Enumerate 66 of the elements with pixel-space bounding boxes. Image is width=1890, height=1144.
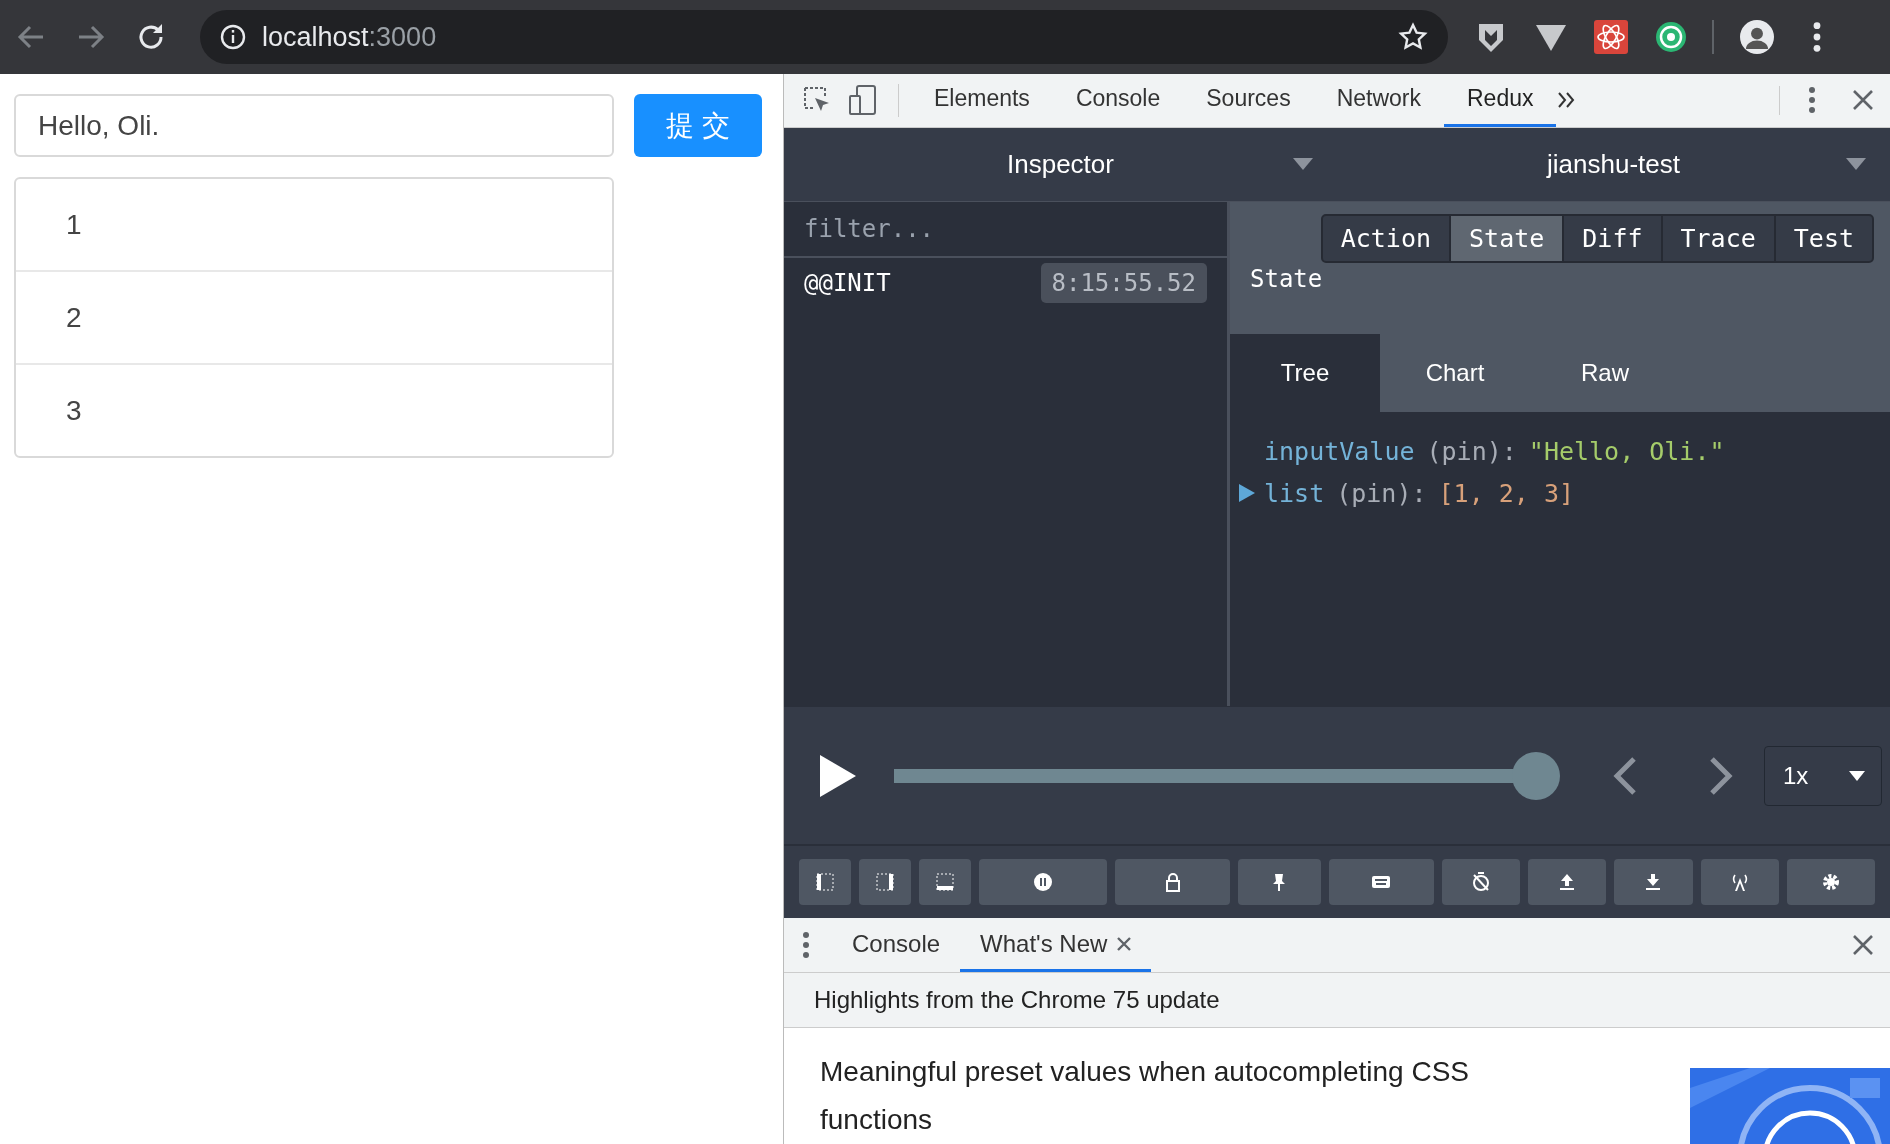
settings-icon[interactable]: [1786, 858, 1875, 905]
list-item: 2: [16, 270, 612, 363]
close-icon[interactable]: [1852, 934, 1874, 956]
devtools-tab[interactable]: Elements: [911, 74, 1053, 127]
avatar-icon[interactable]: [1740, 20, 1774, 54]
view-tab[interactable]: Chart: [1380, 334, 1530, 413]
upload-icon[interactable]: [1527, 858, 1607, 905]
target-icon[interactable]: [1654, 20, 1688, 54]
more-icon[interactable]: [1808, 86, 1816, 115]
address-bar[interactable]: localhost:3000: [200, 10, 1448, 64]
url-host: localhost: [262, 21, 369, 53]
drawer-tab[interactable]: Console: [832, 918, 961, 972]
view-tab[interactable]: Trace: [1660, 214, 1776, 264]
devtools-tab[interactable]: Sources: [1183, 74, 1314, 127]
key-note: (pin):: [1426, 436, 1517, 466]
key-note: (pin):: [1336, 478, 1427, 508]
section-title: State: [1250, 265, 1324, 294]
view-tab[interactable]: Test: [1773, 214, 1874, 264]
more-icon[interactable]: [802, 931, 810, 959]
view-tab[interactable]: Tree: [1230, 334, 1380, 413]
next-icon[interactable]: [1708, 755, 1734, 796]
lock-icon[interactable]: [1115, 858, 1230, 905]
close-icon[interactable]: [1852, 89, 1874, 112]
star-icon[interactable]: [1398, 22, 1428, 52]
pause-icon[interactable]: [979, 858, 1108, 905]
caret-icon: [1849, 770, 1865, 781]
dock-right-icon[interactable]: [859, 858, 912, 905]
drawer-subtitle: Highlights from the Chrome 75 update: [784, 973, 1890, 1028]
atom-icon[interactable]: [1594, 20, 1628, 54]
play-icon[interactable]: [818, 752, 858, 799]
devtools-tab[interactable]: Console: [1052, 74, 1184, 127]
state-key: inputValue: [1264, 436, 1415, 466]
list-item: 3: [16, 363, 612, 456]
action-name: @@INIT: [804, 269, 891, 298]
dock-left-icon[interactable]: [799, 858, 852, 905]
info-icon[interactable]: [220, 24, 246, 50]
caret-icon: [1293, 158, 1313, 171]
timer-off-icon[interactable]: [1441, 858, 1520, 905]
view-tab[interactable]: Diff: [1562, 214, 1663, 264]
caret-icon: [1846, 158, 1866, 171]
state-value: "Hello, Oli.": [1528, 436, 1725, 466]
action-item[interactable]: @@INIT 8:15:55.52: [784, 258, 1227, 309]
state-key: list: [1264, 478, 1325, 508]
action-time: 8:15:55.52: [1040, 263, 1207, 304]
pin-icon[interactable]: [1237, 858, 1321, 905]
list-item: 1: [65, 207, 83, 242]
view-tab[interactable]: State: [1449, 214, 1565, 264]
feature-heading: Meaningful preset values when autocompleting CSS functions: [819, 1055, 1471, 1137]
filter-field[interactable]: filter...: [784, 202, 1227, 259]
monitor-dropdown[interactable]: Inspector: [784, 127, 1337, 202]
device-icon[interactable]: [848, 84, 878, 117]
dock-bottom-icon[interactable]: [919, 858, 972, 905]
devtools-tab[interactable]: Network: [1313, 74, 1444, 127]
view-tab[interactable]: Raw: [1530, 334, 1680, 413]
download-icon[interactable]: [1614, 858, 1693, 905]
keyboard-icon[interactable]: [1328, 858, 1434, 905]
antenna-icon[interactable]: [1700, 858, 1779, 905]
speed-dropdown[interactable]: 1x: [1764, 745, 1882, 806]
view-tab[interactable]: Action: [1320, 214, 1452, 264]
previous-icon[interactable]: [1612, 755, 1638, 796]
store-dropdown[interactable]: jianshu-test: [1337, 127, 1890, 202]
text-input[interactable]: Hello, Oli.: [14, 94, 614, 157]
close-icon[interactable]: [1117, 936, 1132, 951]
expand-icon[interactable]: [1238, 484, 1256, 503]
state-value: [1, 2, 3]: [1438, 478, 1574, 508]
url-port: :3000: [368, 21, 437, 53]
